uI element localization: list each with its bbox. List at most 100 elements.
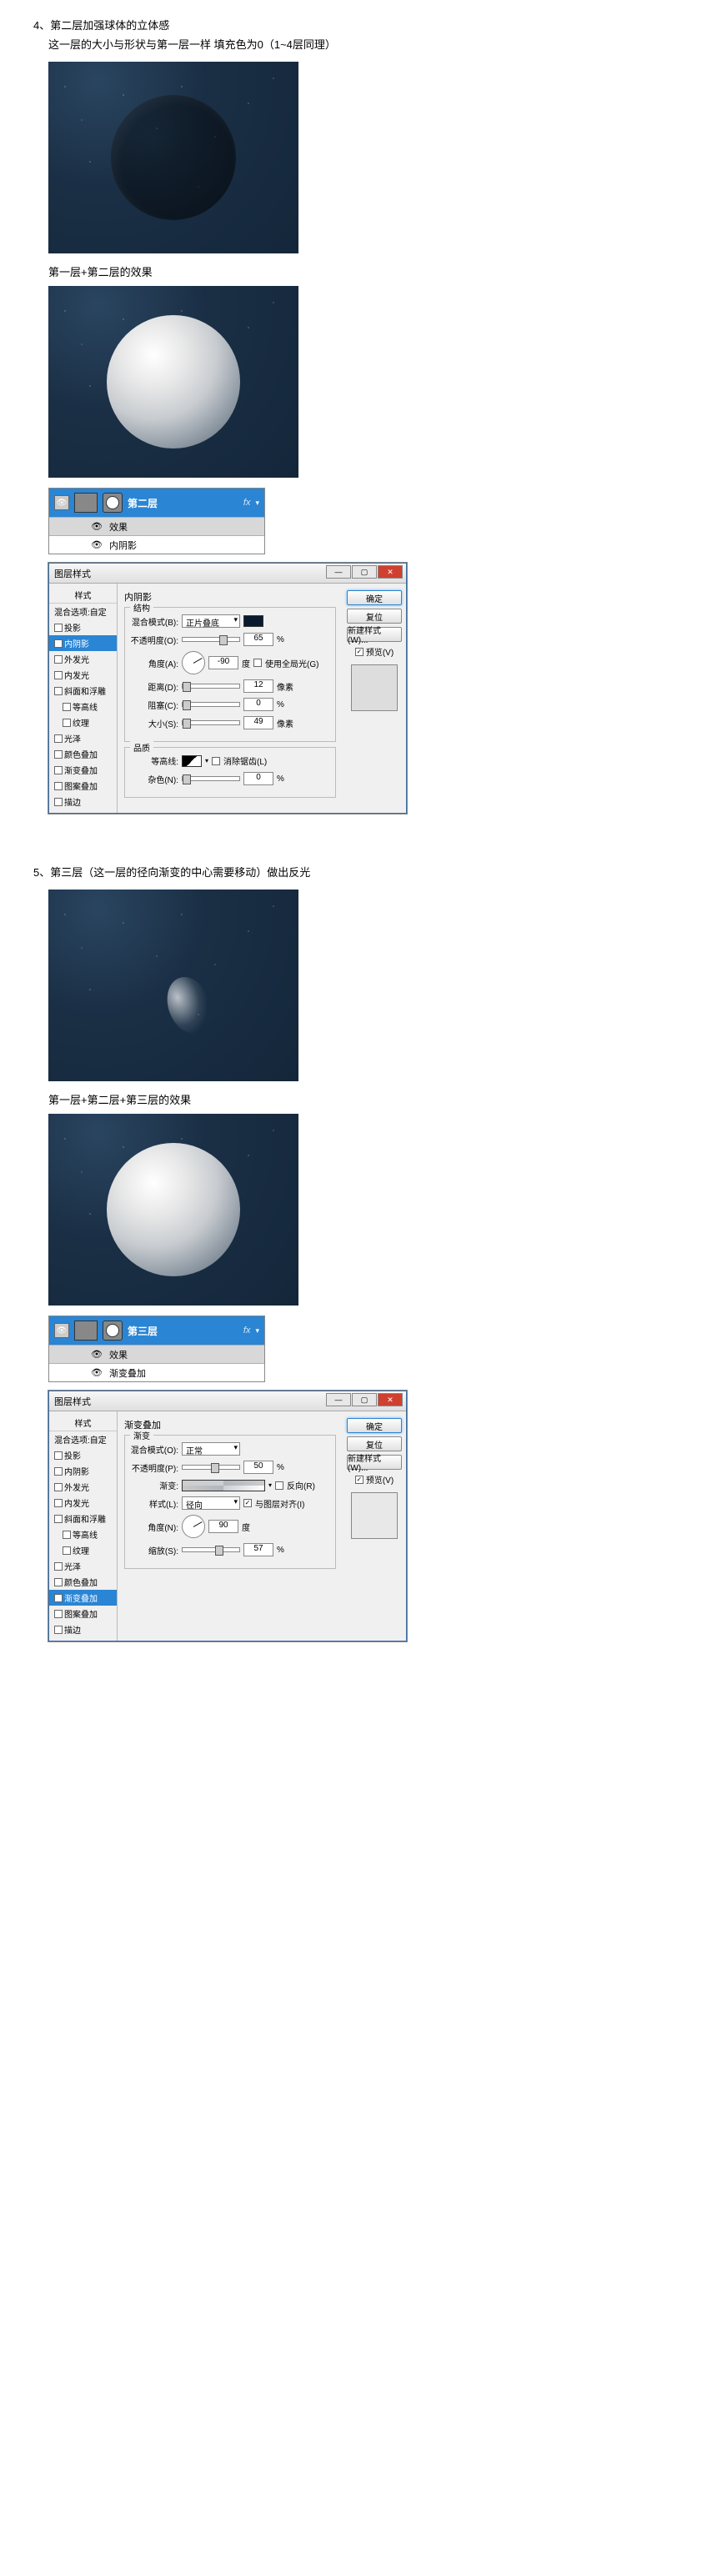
scale-slider[interactable] [182, 1547, 240, 1552]
new-style-button[interactable]: 新建样式(W)... [347, 627, 402, 642]
layers-panel-3: 👁 第三层 fx ▾ 👁 效果 👁 渐变叠加 [48, 1316, 265, 1382]
sidebar-item-gradoverlay[interactable]: 渐变叠加 [49, 762, 117, 778]
dialog-titlebar[interactable]: 图层样式 — ▢ ✕ [49, 1391, 406, 1411]
sidebar-item-innerglow[interactable]: 内发光 [49, 1495, 117, 1511]
layer-innershadow-row[interactable]: 👁 内阴影 [49, 535, 264, 554]
preview-checkbox[interactable] [355, 648, 364, 656]
dialog-sidebar: 样式 混合选项:自定 投影 内阴影 外发光 内发光 斜面和浮雕 等高线 纹理 光… [49, 1411, 118, 1641]
sidebar-item-dropshadow[interactable]: 投影 [49, 619, 117, 635]
visibility-icon[interactable]: 👁 [54, 1323, 69, 1338]
sidebar-item-texture[interactable]: 纹理 [49, 714, 117, 730]
eye-icon[interactable]: 👁 [91, 1349, 103, 1360]
sidebar-item-satin[interactable]: 光泽 [49, 1558, 117, 1574]
opacity-input[interactable]: 65 [243, 633, 273, 646]
sidebar-item-satin[interactable]: 光泽 [49, 730, 117, 746]
sidebar-item-innerglow[interactable]: 内发光 [49, 667, 117, 683]
minimize-button[interactable]: — [326, 565, 351, 579]
preview-label: 预览(V) [366, 1473, 394, 1486]
choke-input[interactable]: 0 [243, 698, 273, 711]
shadow-color-swatch[interactable] [243, 615, 263, 627]
size-input[interactable]: 49 [243, 716, 273, 729]
choke-slider[interactable] [182, 702, 240, 707]
group-gradient: 渐变 [130, 1429, 153, 1441]
dialog-sidebar: 样式 混合选项:自定 投影 内阴影 外发光 内发光 斜面和浮雕 等高线 纹理 光… [49, 584, 118, 813]
cancel-button[interactable]: 复位 [347, 609, 402, 624]
align-layer-checkbox[interactable] [243, 1499, 252, 1507]
sidebar-item-bevel[interactable]: 斜面和浮雕 [49, 1511, 117, 1526]
group-structure: 结构 [130, 601, 153, 614]
sidebar-item-coloroverlay[interactable]: 颜色叠加 [49, 1574, 117, 1590]
scale-input[interactable]: 57 [243, 1543, 273, 1556]
sidebar-blend-options[interactable]: 混合选项:自定 [49, 1431, 117, 1447]
sidebar-item-bevel[interactable]: 斜面和浮雕 [49, 683, 117, 699]
expand-icon[interactable]: ▾ [255, 499, 259, 508]
angle-label: 角度(N): [130, 1521, 178, 1533]
reverse-checkbox[interactable] [275, 1481, 283, 1490]
layer-fx-row[interactable]: 👁 效果 [49, 1345, 264, 1363]
sidebar-blend-options[interactable]: 混合选项:自定 [49, 604, 117, 619]
ok-button[interactable]: 确定 [347, 590, 402, 605]
sidebar-item-innershadow[interactable]: 内阴影 [49, 635, 117, 651]
sidebar-item-dropshadow[interactable]: 投影 [49, 1447, 117, 1463]
layer-fx-row[interactable]: 👁 效果 [49, 517, 264, 535]
eye-icon[interactable]: 👁 [91, 521, 103, 532]
layer-name: 第二层 [128, 496, 238, 510]
maximize-button[interactable]: ▢ [352, 565, 377, 579]
layer-row-selected[interactable]: 👁 第三层 fx ▾ [49, 1316, 264, 1345]
dialog-titlebar[interactable]: 图层样式 — ▢ ✕ [49, 564, 406, 584]
opacity-input[interactable]: 50 [243, 1461, 273, 1474]
fx-indicator[interactable]: fx [243, 498, 251, 508]
sidebar-item-patternoverlay[interactable]: 图案叠加 [49, 1606, 117, 1621]
style-select[interactable]: 径向 [182, 1496, 240, 1510]
new-style-button[interactable]: 新建样式(W)... [347, 1455, 402, 1470]
align-layer-label: 与图层对齐(I) [255, 1497, 304, 1510]
distance-slider[interactable] [182, 684, 240, 689]
expand-icon[interactable]: ▾ [255, 1326, 259, 1336]
sidebar-item-contour[interactable]: 等高线 [49, 699, 117, 714]
sidebar-item-stroke[interactable]: 描边 [49, 1621, 117, 1637]
opacity-slider[interactable] [182, 637, 240, 642]
sidebar-item-stroke[interactable]: 描边 [49, 794, 117, 809]
layer-style-dialog-innershadow: 图层样式 — ▢ ✕ 样式 混合选项:自定 投影 内阴影 外发光 内发光 斜面和… [48, 563, 407, 814]
close-button[interactable]: ✕ [378, 565, 403, 579]
maximize-button[interactable]: ▢ [352, 1393, 377, 1406]
layers-panel-2: 👁 第二层 fx ▾ 👁 效果 👁 内阴影 [48, 488, 265, 554]
noise-slider[interactable] [182, 776, 240, 781]
layer-row-selected[interactable]: 👁 第二层 fx ▾ [49, 489, 264, 517]
global-light-checkbox[interactable] [253, 659, 262, 667]
eye-icon[interactable]: 👁 [91, 1367, 103, 1378]
sidebar-item-coloroverlay[interactable]: 颜色叠加 [49, 746, 117, 762]
sidebar-item-contour[interactable]: 等高线 [49, 1526, 117, 1542]
sidebar-item-texture[interactable]: 纹理 [49, 1542, 117, 1558]
blendmode-select[interactable]: 正常 [182, 1442, 240, 1456]
close-button[interactable]: ✕ [378, 1393, 403, 1406]
sidebar-item-innershadow[interactable]: 内阴影 [49, 1463, 117, 1479]
visibility-icon[interactable]: 👁 [54, 495, 69, 510]
layer-thumb [74, 1321, 98, 1341]
distance-input[interactable]: 12 [243, 679, 273, 693]
sidebar-item-patternoverlay[interactable]: 图案叠加 [49, 778, 117, 794]
antialias-checkbox[interactable] [212, 757, 220, 765]
sidebar-item-gradoverlay[interactable]: 渐变叠加 [49, 1590, 117, 1606]
ok-button[interactable]: 确定 [347, 1418, 402, 1433]
contour-picker[interactable] [182, 755, 202, 767]
dialog-right-panel: 确定 复位 新建样式(W)... 预览(V) [343, 1411, 406, 1641]
minimize-button[interactable]: — [326, 1393, 351, 1406]
gradient-picker[interactable] [182, 1480, 265, 1491]
opacity-slider[interactable] [182, 1465, 240, 1470]
sidebar-item-outerglow[interactable]: 外发光 [49, 1479, 117, 1495]
angle-dial[interactable] [182, 1515, 205, 1538]
preview-checkbox[interactable] [355, 1476, 364, 1484]
angle-input[interactable]: -90 [208, 656, 238, 669]
blendmode-select[interactable]: 正片叠底 [182, 614, 240, 628]
layer-mask-thumb [103, 493, 123, 513]
size-slider[interactable] [182, 720, 240, 725]
layer-gradoverlay-row[interactable]: 👁 渐变叠加 [49, 1363, 264, 1381]
angle-dial[interactable] [182, 651, 205, 674]
noise-input[interactable]: 0 [243, 772, 273, 785]
fx-indicator[interactable]: fx [243, 1326, 251, 1336]
eye-icon[interactable]: 👁 [91, 539, 103, 550]
sidebar-item-outerglow[interactable]: 外发光 [49, 651, 117, 667]
cancel-button[interactable]: 复位 [347, 1436, 402, 1451]
angle-input[interactable]: 90 [208, 1520, 238, 1533]
